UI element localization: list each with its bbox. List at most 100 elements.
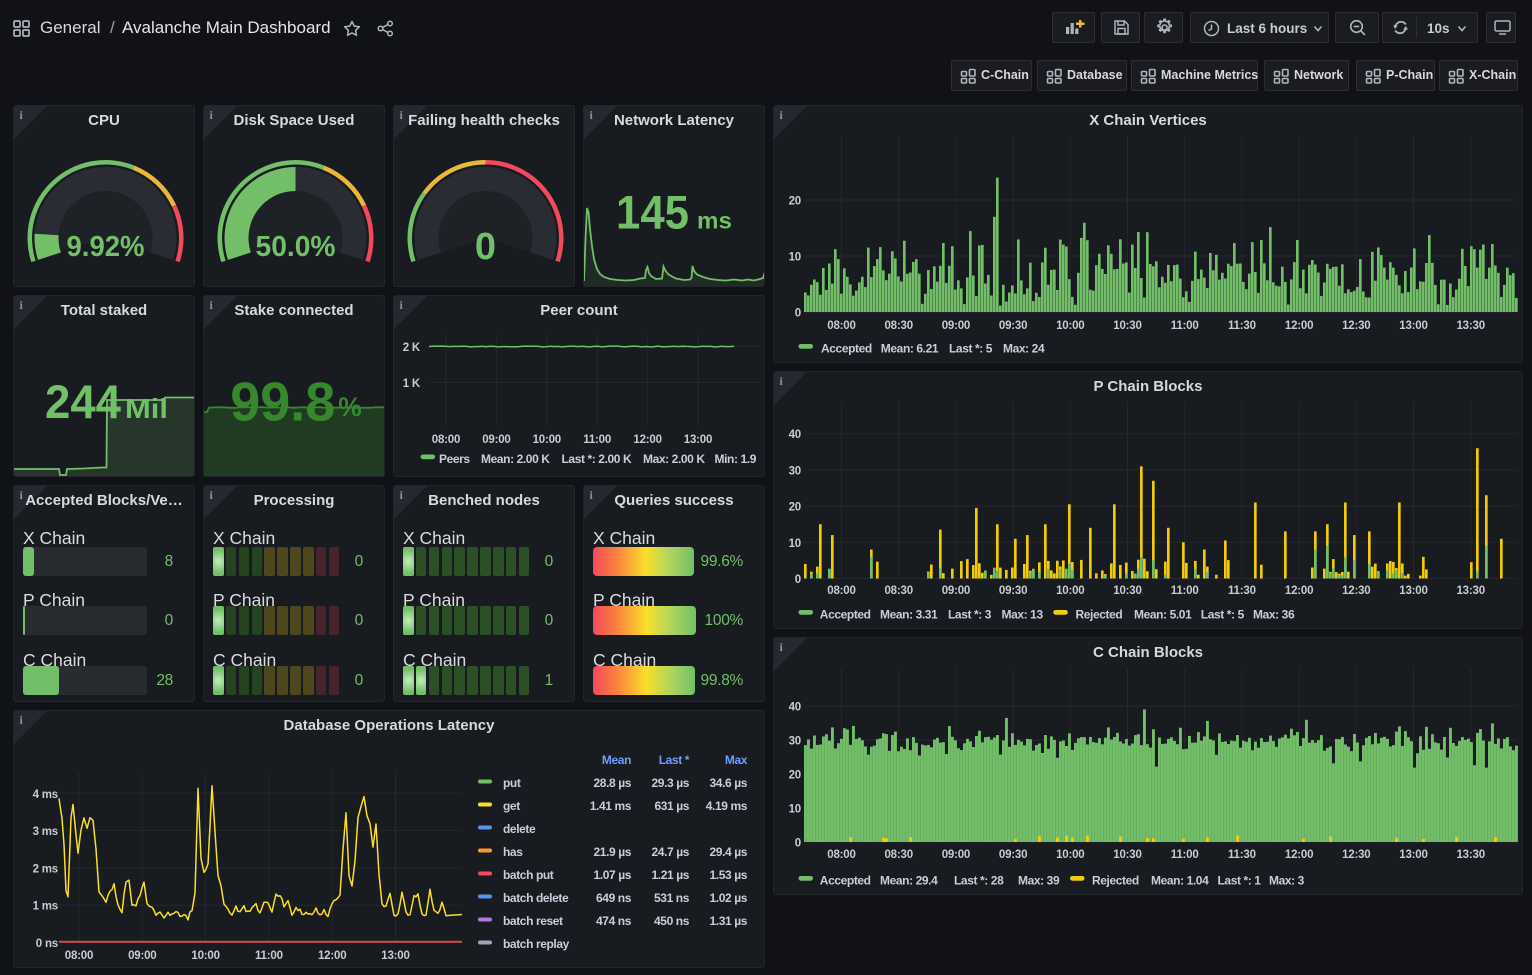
svg-text:29.3 µs: 29.3 µs	[652, 776, 690, 790]
svg-text:4.19 ms: 4.19 ms	[706, 799, 748, 813]
svg-text:1.02 µs: 1.02 µs	[710, 891, 748, 905]
svg-text:11:00: 11:00	[255, 950, 283, 962]
svg-text:29.4 µs: 29.4 µs	[710, 845, 748, 859]
svg-text:21.9 µs: 21.9 µs	[594, 845, 632, 859]
svg-text:11:30: 11:30	[1228, 320, 1256, 332]
svg-text:13:00: 13:00	[381, 950, 409, 962]
svg-text:2 K: 2 K	[403, 342, 421, 354]
svg-text:30: 30	[789, 735, 801, 747]
svg-text:1.31 µs: 1.31 µs	[710, 914, 748, 928]
svg-text:10: 10	[789, 251, 801, 263]
svg-text:20: 20	[789, 501, 801, 513]
svg-text:12:00: 12:00	[1285, 585, 1313, 597]
svg-text:09:00: 09:00	[942, 585, 970, 597]
svg-text:Last *: Last *	[659, 753, 690, 767]
svg-text:2 ms: 2 ms	[33, 863, 58, 875]
svg-text:08:00: 08:00	[827, 320, 855, 332]
svg-text:Rejected: Rejected	[1076, 607, 1123, 621]
svg-text:Mean: 5.01: Mean: 5.01	[1134, 607, 1192, 621]
svg-text:0: 0	[475, 226, 496, 268]
svg-text:batch reset: batch reset	[503, 914, 563, 928]
svg-text:Rejected: Rejected	[1092, 873, 1139, 887]
svg-text:12:30: 12:30	[1342, 320, 1370, 332]
svg-text:13:30: 13:30	[1456, 849, 1484, 861]
svg-text:1 K: 1 K	[403, 378, 421, 390]
svg-text:Max: Max	[725, 753, 748, 767]
svg-text:Max: 39: Max: 39	[1018, 873, 1060, 887]
svg-text:11:30: 11:30	[1228, 849, 1256, 861]
svg-text:10:30: 10:30	[1113, 585, 1141, 597]
svg-text:40: 40	[789, 429, 801, 441]
svg-text:Max: 24: Max: 24	[1003, 341, 1045, 355]
svg-text:Peers: Peers	[439, 452, 470, 466]
svg-text:Mean: 3.31: Mean: 3.31	[880, 607, 938, 621]
svg-text:1.07 µs: 1.07 µs	[594, 868, 632, 882]
svg-text:12:00: 12:00	[1285, 320, 1313, 332]
svg-text:9.92%: 9.92%	[67, 231, 145, 263]
svg-text:649 ns: 649 ns	[596, 891, 632, 905]
svg-text:08:30: 08:30	[884, 320, 912, 332]
svg-text:batch put: batch put	[503, 868, 554, 882]
svg-text:99.8: 99.8	[230, 370, 335, 432]
svg-text:0: 0	[795, 307, 801, 319]
svg-text:08:00: 08:00	[827, 849, 855, 861]
svg-text:09:00: 09:00	[942, 320, 970, 332]
svg-text:10:30: 10:30	[1113, 320, 1141, 332]
svg-text:Min: 1.9: Min: 1.9	[715, 452, 757, 466]
svg-text:474 ns: 474 ns	[596, 914, 632, 928]
svg-text:09:30: 09:30	[999, 849, 1027, 861]
svg-text:08:00: 08:00	[432, 434, 460, 446]
svg-text:13:00: 13:00	[1399, 585, 1427, 597]
svg-text:145: 145	[616, 185, 689, 238]
svg-text:12:30: 12:30	[1342, 849, 1370, 861]
svg-text:batch delete: batch delete	[503, 891, 569, 905]
svg-text:put: put	[503, 776, 521, 790]
svg-text:34.6 µs: 34.6 µs	[710, 776, 748, 790]
svg-text:has: has	[503, 845, 523, 859]
svg-text:12:30: 12:30	[1342, 585, 1370, 597]
svg-text:11:00: 11:00	[1171, 320, 1199, 332]
svg-text:Mean: 29.4: Mean: 29.4	[880, 873, 938, 887]
svg-text:Mean: 1.04: Mean: 1.04	[1151, 873, 1209, 887]
svg-text:10:00: 10:00	[1056, 849, 1084, 861]
svg-text:0 ns: 0 ns	[36, 938, 58, 950]
svg-text:08:30: 08:30	[884, 849, 912, 861]
svg-text:delete: delete	[503, 822, 536, 836]
svg-text:10: 10	[789, 803, 801, 815]
svg-text:10: 10	[789, 537, 801, 549]
svg-text:0: 0	[795, 837, 801, 849]
svg-text:08:30: 08:30	[884, 585, 912, 597]
svg-text:11:30: 11:30	[1228, 585, 1256, 597]
svg-text:11:00: 11:00	[1171, 585, 1199, 597]
svg-text:1.53 µs: 1.53 µs	[710, 868, 748, 882]
svg-text:12:00: 12:00	[1285, 849, 1313, 861]
svg-text:40: 40	[789, 701, 801, 713]
svg-text:Accepted: Accepted	[820, 873, 871, 887]
svg-text:450 ns: 450 ns	[654, 914, 690, 928]
svg-text:1.41 ms: 1.41 ms	[590, 799, 632, 813]
svg-text:Mean: 6.21: Mean: 6.21	[881, 341, 939, 355]
svg-text:Max: 3: Max: 3	[1269, 873, 1305, 887]
svg-text:531 ns: 531 ns	[654, 891, 690, 905]
svg-text:09:00: 09:00	[482, 434, 510, 446]
svg-text:10:30: 10:30	[1113, 849, 1141, 861]
svg-text:Mean: Mean	[602, 753, 631, 767]
svg-text:09:00: 09:00	[128, 950, 156, 962]
svg-text:50.0%: 50.0%	[256, 231, 336, 263]
svg-text:Max: 2.00 K: Max: 2.00 K	[643, 452, 705, 466]
svg-text:13:00: 13:00	[684, 434, 712, 446]
svg-text:10:00: 10:00	[1056, 320, 1084, 332]
svg-text:10:00: 10:00	[191, 950, 219, 962]
svg-text:10:00: 10:00	[533, 434, 561, 446]
svg-text:08:00: 08:00	[827, 585, 855, 597]
svg-text:13:30: 13:30	[1456, 320, 1484, 332]
svg-text:get: get	[503, 799, 520, 813]
svg-text:Accepted: Accepted	[820, 607, 871, 621]
svg-text:Max: 13: Max: 13	[1002, 607, 1044, 621]
svg-text:24.7 µs: 24.7 µs	[652, 845, 690, 859]
svg-text:1 ms: 1 ms	[33, 900, 58, 912]
svg-text:11:00: 11:00	[583, 434, 611, 446]
svg-text:Last *: 5: Last *: 5	[949, 341, 993, 355]
svg-text:Last *: 5: Last *: 5	[1201, 607, 1245, 621]
svg-text:3 ms: 3 ms	[33, 826, 58, 838]
